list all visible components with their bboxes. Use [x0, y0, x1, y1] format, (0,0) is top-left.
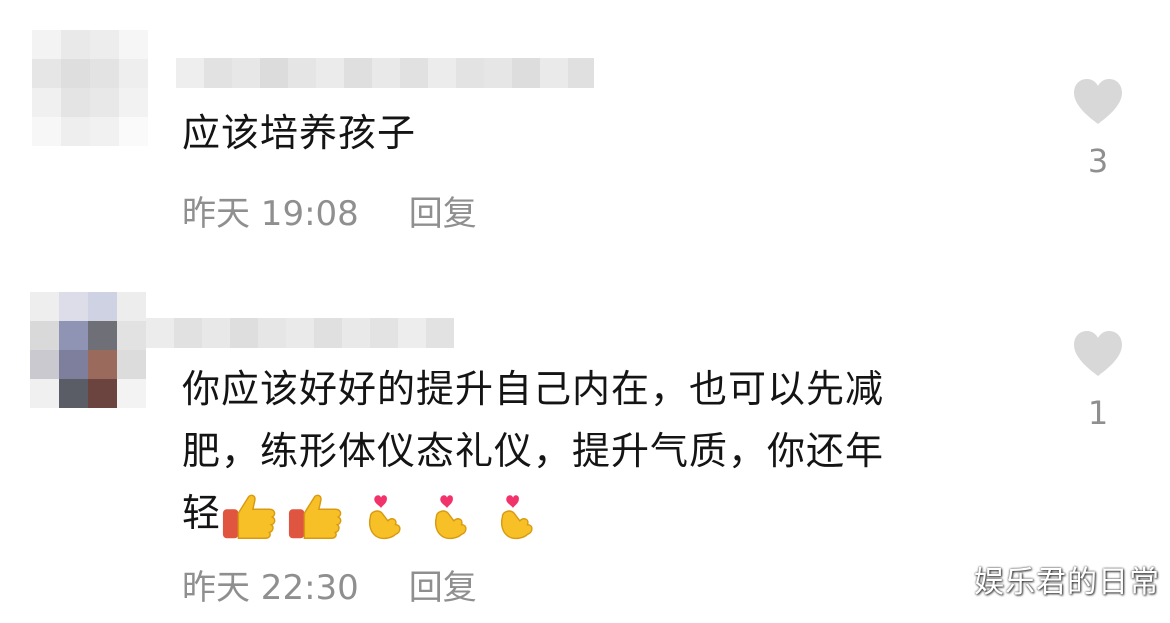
like-count: 3 — [1087, 142, 1109, 180]
comment-text-line: 你应该好好的提升自己内在，也可以先减 — [182, 367, 885, 411]
thumbs-up-emoji — [221, 491, 279, 541]
like-button[interactable]: 3 — [1066, 76, 1130, 180]
thumbs-up-emoji — [287, 491, 345, 541]
finger-heart-emoji — [485, 491, 543, 541]
reply-button[interactable]: 回复 — [409, 560, 477, 609]
comment-meta: 昨天 19:08 回复 — [182, 186, 477, 235]
comment-text: 你应该好好的提升自己内在，也可以先减 肥，练形体仪态礼仪，提升气质，你还年 轻 — [182, 358, 884, 544]
heart-icon — [1074, 331, 1122, 376]
finger-heart-emoji — [419, 491, 477, 541]
heart-icon — [1074, 79, 1122, 124]
username[interactable] — [176, 58, 594, 88]
username[interactable] — [146, 318, 454, 348]
comment-text: 应该培养孩子 — [182, 111, 417, 155]
reply-button[interactable]: 回复 — [409, 186, 477, 235]
finger-heart-emoji — [353, 491, 411, 541]
like-count: 1 — [1087, 394, 1109, 432]
avatar[interactable] — [32, 30, 148, 146]
comment-meta: 昨天 22:30 回复 — [182, 560, 477, 609]
timestamp: 昨天 19:08 — [182, 194, 359, 234]
comment-text-line: 肥，练形体仪态礼仪，提升气质，你还年 — [182, 429, 885, 473]
comment-text-line: 轻 — [182, 491, 222, 535]
timestamp: 昨天 22:30 — [182, 568, 359, 608]
comment-item: 应该培养孩子 昨天 19:08 回复 3 — [0, 0, 1170, 270]
watermark: 娱乐君的日常 — [974, 565, 1160, 600]
like-button[interactable]: 1 — [1066, 328, 1130, 432]
avatar[interactable] — [30, 292, 146, 408]
